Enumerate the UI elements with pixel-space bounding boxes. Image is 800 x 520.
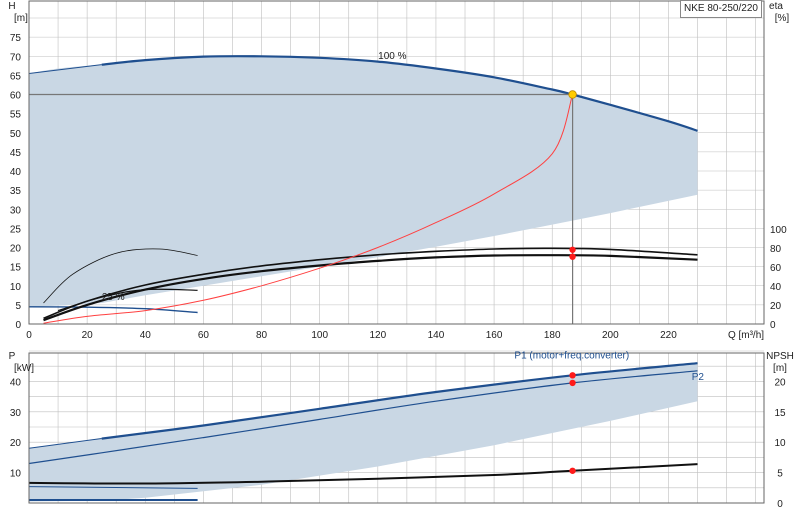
x-tick-label: 140 (428, 330, 445, 341)
x-axis-label: Q [m³/h] (728, 330, 764, 341)
h-tick-label: 35 (10, 186, 22, 197)
duty-NPSH-point (569, 467, 576, 474)
h-tick-label: 5 (15, 301, 21, 312)
curve-annotation: 25 % (102, 292, 125, 303)
curve-legend-label: P2 (692, 372, 705, 383)
curve-legend-label: P1 (motor+freq.converter) (514, 350, 629, 361)
p-axis-unit: [kW] (14, 363, 34, 374)
h-tick-label: 15 (10, 263, 22, 274)
duty-head-point (568, 90, 577, 99)
duty-P2-point (569, 379, 576, 387)
npsh-tick-label: 0 (777, 499, 783, 510)
eta-axis-unit: [%] (775, 13, 790, 24)
x-tick-label: 220 (660, 330, 677, 341)
duty-eff-a-point (569, 246, 576, 253)
eta-axis-label: eta (769, 1, 783, 12)
npsh-tick-label: 15 (774, 408, 786, 419)
eta-tick-label: 80 (770, 244, 782, 255)
x-tick-label: 80 (256, 330, 268, 341)
h-tick-label: 60 (10, 91, 22, 102)
duty-P1-point (569, 372, 576, 379)
eta-tick-label: 100 (770, 225, 787, 236)
x-tick-label: 40 (140, 330, 152, 341)
p-tick-label: 20 (10, 438, 22, 449)
p-axis-label: P (9, 351, 16, 362)
x-tick-label: 60 (198, 330, 210, 341)
h-axis-unit: [m] (14, 13, 28, 24)
h-tick-label: 55 (10, 110, 22, 121)
x-tick-label: 200 (602, 330, 619, 341)
x-tick-label: 180 (544, 330, 561, 341)
model-label-box: NKE 80-250/220 (680, 0, 762, 18)
eta-tick-label: 40 (770, 282, 782, 293)
curve-annotation: 100 % (378, 51, 406, 62)
h-axis-label: H (8, 1, 15, 12)
h-tick-label: 10 (10, 282, 22, 293)
x-tick-label: 120 (369, 330, 386, 341)
npsh-axis-unit: [m] (773, 363, 787, 374)
h-tick-label: 20 (10, 244, 22, 255)
p-tick-label: 10 (10, 469, 22, 480)
npsh-tick-label: 20 (774, 377, 786, 388)
npsh-tick-label: 10 (774, 438, 786, 449)
duty-eff-b-point (569, 253, 576, 260)
h-tick-label: 50 (10, 129, 22, 140)
h-tick-label: 30 (10, 205, 22, 216)
x-tick-label: 0 (26, 330, 32, 341)
npsh-axis-label: NPSH (766, 351, 794, 362)
p-tick-label: 40 (10, 377, 22, 388)
pump-curve-chart: 0 20 40 60 80 100 120 140 160 180 200 220 Q [m³/h] 0 5… (0, 0, 800, 520)
h-tick-label: 45 (10, 148, 22, 159)
h-tick-label: 40 (10, 167, 22, 178)
h-tick-label: 75 (10, 33, 22, 44)
x-tick-label: 100 (311, 330, 328, 341)
h-tick-label: 0 (15, 320, 21, 331)
h-tick-label: 25 (10, 224, 22, 235)
h-tick-label: 65 (10, 71, 22, 82)
eta-tick-label: 60 (770, 263, 782, 274)
p-tick-label: 30 (10, 408, 22, 419)
x-tick-label: 160 (486, 330, 503, 341)
eta-tick-label: 0 (770, 320, 776, 331)
npsh-tick-label: 5 (777, 469, 783, 480)
model-label: NKE 80-250/220 (684, 3, 758, 14)
x-tick-label: 20 (82, 330, 94, 341)
chart-canvas: 0 20 40 60 80 100 120 140 160 180 200 220 Q [m³/h]05… (8, 0, 794, 510)
h-tick-label: 70 (10, 52, 22, 63)
eta-tick-label: 20 (770, 301, 782, 312)
